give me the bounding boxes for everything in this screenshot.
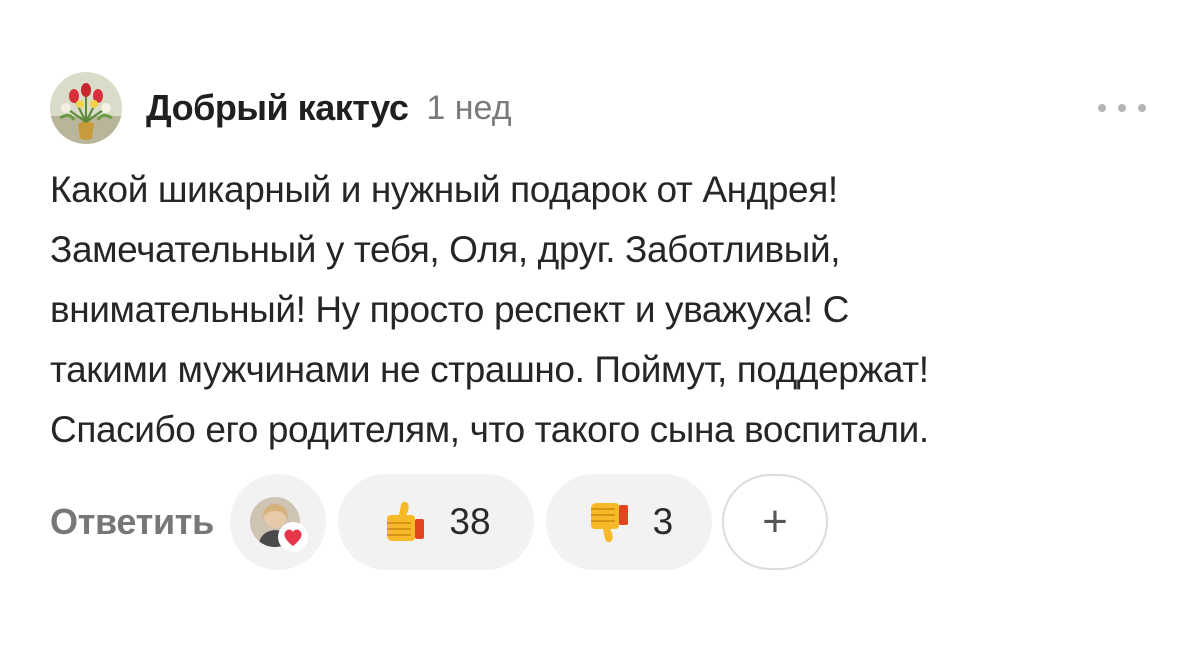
- reply-button[interactable]: Ответить: [50, 501, 214, 543]
- comment-text-line: внимательный! Ну просто респект и уважух…: [50, 289, 849, 330]
- comment-text-line: такими мужчинами не страшно. Поймут, под…: [50, 349, 929, 390]
- more-dots-icon: [1138, 104, 1146, 112]
- author-name[interactable]: Добрый кактус: [146, 87, 409, 129]
- comment-actions: Ответить 38 3 +: [50, 474, 840, 570]
- more-dots-icon: [1098, 104, 1106, 112]
- reactors-button[interactable]: [229, 474, 326, 570]
- like-button[interactable]: 38: [337, 474, 534, 570]
- dislike-button[interactable]: 3: [545, 474, 712, 570]
- thumbs-down-icon: [590, 503, 628, 543]
- author-avatar[interactable]: [50, 72, 122, 144]
- comment-text-line: Спасибо его родителям, что такого сына в…: [50, 409, 929, 450]
- heart-icon: [277, 522, 308, 552]
- like-count: 38: [449, 501, 491, 542]
- thumbs-up-icon: [387, 501, 425, 541]
- comment-text: Какой шикарный и нужный подарок от Андре…: [50, 160, 1150, 460]
- add-reaction-button[interactable]: +: [721, 474, 828, 570]
- comment-timestamp: 1 нед: [426, 88, 512, 127]
- comment-text-line: Какой шикарный и нужный подарок от Андре…: [50, 169, 838, 210]
- dislike-count: 3: [652, 501, 674, 542]
- plus-icon: +: [762, 497, 788, 546]
- more-options-button[interactable]: [1098, 98, 1146, 118]
- flower-bouquet-icon: [50, 72, 122, 144]
- comment-text-line: Замечательный у тебя, Оля, друг. Заботли…: [50, 229, 841, 270]
- more-dots-icon: [1118, 104, 1126, 112]
- comment-card: Добрый кактус 1 нед Какой шикарный и нуж…: [0, 0, 1181, 649]
- comment-header: Добрый кактус 1 нед: [50, 72, 512, 144]
